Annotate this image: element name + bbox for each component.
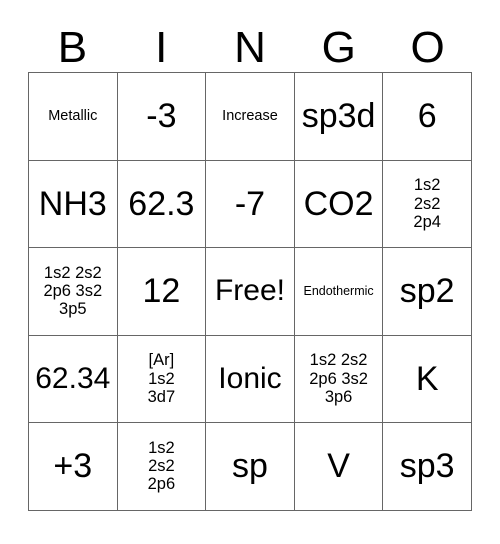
bingo-header-letter-n: N bbox=[234, 23, 266, 72]
bingo-cell-n5[interactable]: sp bbox=[206, 423, 295, 511]
bingo-cell-i2[interactable]: 62.3 bbox=[117, 160, 207, 248]
bingo-cell-text: 1s2 2s2 2p4 bbox=[413, 176, 441, 231]
bingo-cell-i5[interactable]: 1s2 2s2 2p6 bbox=[117, 423, 207, 511]
bingo-cell-o1[interactable]: 6 bbox=[383, 73, 472, 161]
bingo-cell-o3[interactable]: sp2 bbox=[383, 248, 472, 336]
bingo-cell-n1[interactable]: Increase bbox=[206, 73, 295, 161]
bingo-cell-text: [Ar] 1s2 3d7 bbox=[147, 351, 176, 406]
bingo-cell-text: 62.34 bbox=[35, 361, 111, 395]
bingo-card: B I N G O Metallic -3 Increase sp3d 6 NH… bbox=[28, 0, 472, 511]
bingo-cell-i3[interactable]: 12 bbox=[117, 248, 207, 336]
bingo-header-letter-g: G bbox=[321, 23, 356, 72]
bingo-cell-i4[interactable]: [Ar] 1s2 3d7 bbox=[117, 335, 207, 423]
bingo-row: 1s2 2s2 2p6 3s2 3p5 12 Free! Endothermic… bbox=[29, 248, 472, 336]
bingo-row: +3 1s2 2s2 2p6 sp V sp3 bbox=[29, 423, 472, 511]
bingo-cell-b3[interactable]: 1s2 2s2 2p6 3s2 3p5 bbox=[29, 248, 118, 336]
bingo-row: NH3 62.3 -7 CO2 1s2 2s2 2p4 bbox=[29, 160, 472, 248]
bingo-cell-text: 1s2 2s2 2p6 3s2 3p6 bbox=[309, 351, 368, 406]
bingo-cell-g1[interactable]: sp3d bbox=[294, 73, 384, 161]
bingo-cell-text: 1s2 2s2 2p6 3s2 3p5 bbox=[43, 263, 103, 319]
bingo-cell-text: NH3 bbox=[38, 184, 107, 223]
bingo-cell-o2[interactable]: 1s2 2s2 2p4 bbox=[383, 160, 472, 248]
bingo-cell-b2[interactable]: NH3 bbox=[29, 160, 118, 248]
bingo-cell-text: +3 bbox=[53, 447, 93, 486]
bingo-cell-text: sp bbox=[232, 447, 268, 486]
bingo-cell-g5[interactable]: V bbox=[294, 423, 384, 511]
bingo-cell-b1[interactable]: Metallic bbox=[29, 73, 118, 161]
bingo-cell-o5[interactable]: sp3 bbox=[383, 423, 472, 511]
bingo-cell-n2[interactable]: -7 bbox=[206, 160, 295, 248]
bingo-cell-free-space[interactable]: Free! bbox=[206, 248, 295, 336]
bingo-row: Metallic -3 Increase sp3d 6 bbox=[29, 73, 472, 161]
bingo-cell-text: Ionic bbox=[218, 361, 282, 395]
bingo-cell-g2[interactable]: CO2 bbox=[294, 160, 384, 248]
bingo-cell-text: V bbox=[327, 447, 350, 486]
bingo-row: 62.34 [Ar] 1s2 3d7 Ionic 1s2 2s2 2p6 3s2… bbox=[29, 335, 472, 423]
bingo-cell-g4[interactable]: 1s2 2s2 2p6 3s2 3p6 bbox=[294, 335, 384, 423]
bingo-cell-text: K bbox=[415, 359, 439, 398]
bingo-cell-g3[interactable]: Endothermic bbox=[294, 248, 384, 336]
bingo-cell-b5[interactable]: +3 bbox=[29, 423, 118, 511]
bingo-header-row: B I N G O bbox=[28, 0, 472, 72]
bingo-header-letter-o: O bbox=[410, 23, 445, 72]
bingo-cell-text: 12 bbox=[142, 272, 181, 311]
bingo-cell-text: 62.3 bbox=[128, 184, 195, 223]
bingo-cell-n4[interactable]: Ionic bbox=[206, 335, 295, 423]
bingo-cell-b4[interactable]: 62.34 bbox=[29, 335, 118, 423]
bingo-header-letter-b: B bbox=[57, 23, 88, 72]
bingo-header-letter-i: I bbox=[155, 23, 168, 72]
bingo-cell-text: sp3 bbox=[399, 447, 455, 486]
bingo-cell-text: 6 bbox=[417, 97, 437, 136]
bingo-cell-text: sp2 bbox=[399, 272, 455, 311]
bingo-cell-text: CO2 bbox=[303, 184, 374, 223]
bingo-cell-text: -7 bbox=[234, 184, 266, 223]
bingo-cell-text: Increase bbox=[222, 108, 278, 125]
bingo-grid: Metallic -3 Increase sp3d 6 NH3 62.3 -7 … bbox=[28, 72, 472, 511]
bingo-cell-text: Free! bbox=[214, 274, 285, 308]
bingo-cell-text: 1s2 2s2 2p6 bbox=[147, 438, 176, 494]
bingo-cell-text: -3 bbox=[146, 97, 177, 136]
bingo-cell-o4[interactable]: K bbox=[383, 335, 472, 423]
bingo-cell-text: Endothermic bbox=[303, 284, 374, 299]
bingo-cell-text: Metallic bbox=[48, 108, 98, 125]
bingo-cell-i1[interactable]: -3 bbox=[117, 73, 207, 161]
bingo-cell-text: sp3d bbox=[301, 97, 376, 136]
